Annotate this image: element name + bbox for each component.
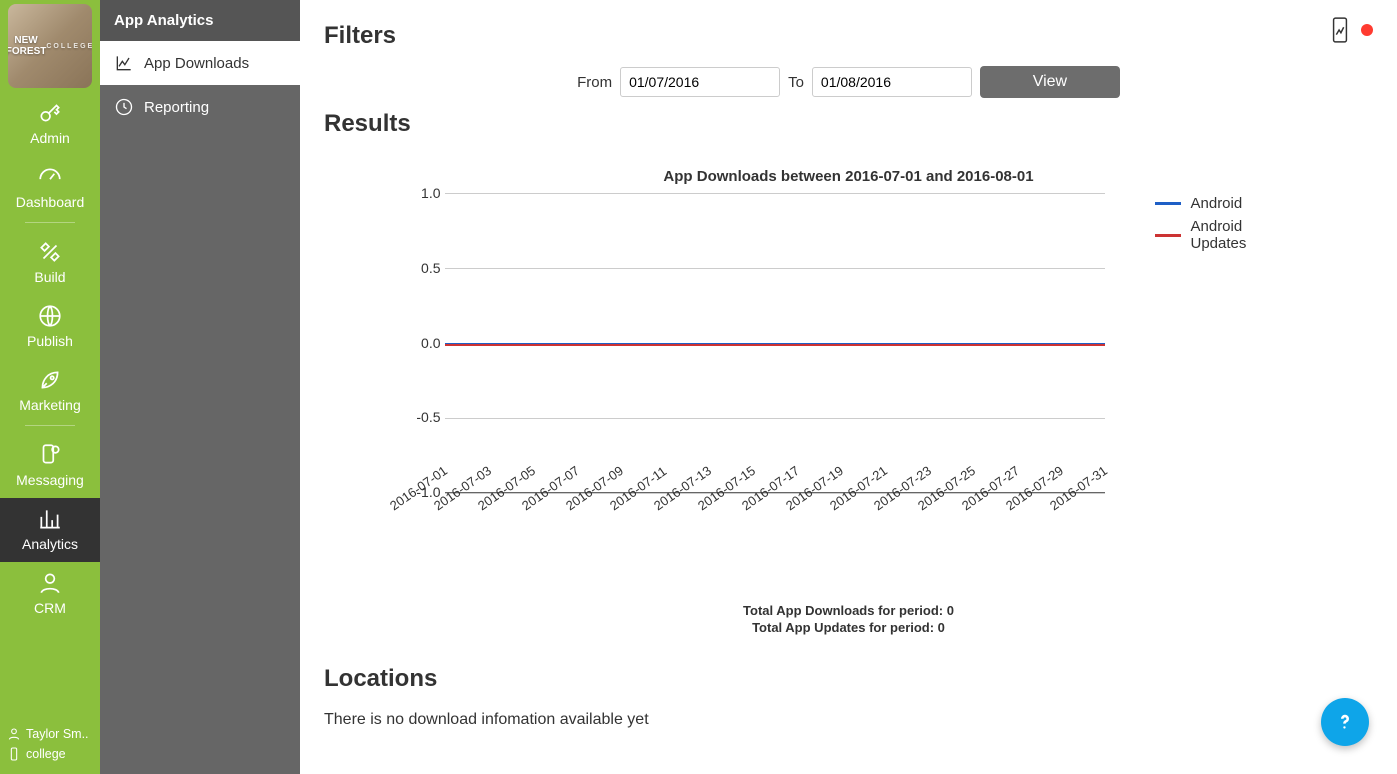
primary-nav: NEW FORESTCOLLEGE Admin Dashboard Build … bbox=[0, 0, 100, 774]
from-label: From bbox=[577, 74, 612, 91]
nav-label: Marketing bbox=[19, 397, 80, 413]
secondary-nav: App Analytics App Downloads Reporting bbox=[100, 0, 300, 774]
nav-label: Admin bbox=[30, 130, 70, 146]
clock-icon bbox=[114, 97, 134, 117]
chart-container: App Downloads between 2016-07-01 and 201… bbox=[399, 168, 1299, 635]
total-updates: Total App Updates for period: 0 bbox=[399, 620, 1299, 635]
legend-android: Android bbox=[1155, 195, 1271, 212]
results-heading: Results bbox=[324, 110, 1373, 138]
legend-label: Android bbox=[1191, 195, 1243, 212]
footer-channel[interactable]: college bbox=[6, 744, 94, 764]
chart-legend: Android Android Updates bbox=[1155, 195, 1271, 493]
legend-swatch bbox=[1155, 202, 1181, 205]
nav-label: Dashboard bbox=[16, 194, 85, 210]
nav-footer: Taylor Sm.. college bbox=[0, 720, 100, 774]
footer-user-label: Taylor Sm.. bbox=[26, 727, 89, 741]
gauge-icon bbox=[37, 164, 63, 190]
rocket-icon bbox=[37, 367, 63, 393]
nav-build[interactable]: Build bbox=[0, 231, 100, 295]
x-axis-labels: 2016-07-012016-07-032016-07-052016-07-07… bbox=[445, 493, 1105, 543]
nav-marketing[interactable]: Marketing bbox=[0, 359, 100, 423]
footer-channel-label: college bbox=[26, 747, 66, 761]
nav-divider bbox=[25, 222, 75, 223]
user-icon bbox=[6, 726, 22, 742]
to-date-input[interactable] bbox=[812, 67, 972, 97]
main-content: Filters From To View Results App Downloa… bbox=[300, 0, 1397, 774]
secondary-item-label: App Downloads bbox=[144, 55, 249, 72]
secondary-item-reporting[interactable]: Reporting bbox=[100, 85, 300, 129]
nav-divider bbox=[25, 425, 75, 426]
legend-swatch bbox=[1155, 234, 1181, 237]
chart-plot: 1.00.50.0-0.5-1.0 bbox=[445, 193, 1105, 493]
status-dot bbox=[1361, 24, 1373, 36]
phone-icon bbox=[6, 746, 22, 762]
help-fab[interactable] bbox=[1321, 698, 1369, 746]
phone-analytics-icon[interactable] bbox=[1329, 16, 1351, 44]
app-logo: NEW FORESTCOLLEGE bbox=[8, 4, 92, 88]
legend-android-updates: Android Updates bbox=[1155, 218, 1271, 252]
header-tools bbox=[1329, 16, 1373, 44]
nav-label: Publish bbox=[27, 333, 73, 349]
nav-analytics[interactable]: Analytics bbox=[0, 498, 100, 562]
footer-user[interactable]: Taylor Sm.. bbox=[6, 724, 94, 744]
tools-icon bbox=[37, 239, 63, 265]
chart-totals: Total App Downloads for period: 0 Total … bbox=[399, 603, 1299, 635]
analytics-icon bbox=[37, 506, 63, 532]
key-icon bbox=[37, 100, 63, 126]
chart: 1.00.50.0-0.5-1.0 Android Android Update… bbox=[399, 193, 1299, 493]
secondary-item-app-downloads[interactable]: App Downloads bbox=[100, 41, 300, 85]
secondary-item-label: Reporting bbox=[144, 99, 209, 116]
nav-admin[interactable]: Admin bbox=[0, 92, 100, 156]
y-axis-labels: 1.00.50.0-0.5-1.0 bbox=[401, 185, 441, 500]
nav-label: Messaging bbox=[16, 472, 84, 488]
to-label: To bbox=[788, 74, 804, 91]
nav-label: Build bbox=[34, 269, 65, 285]
nav-publish[interactable]: Publish bbox=[0, 295, 100, 359]
nav-label: Analytics bbox=[22, 536, 78, 552]
total-downloads: Total App Downloads for period: 0 bbox=[399, 603, 1299, 618]
locations-heading: Locations bbox=[324, 665, 1373, 693]
line-chart-icon bbox=[114, 53, 134, 73]
chart-title: App Downloads between 2016-07-01 and 201… bbox=[399, 168, 1299, 185]
filters-heading: Filters bbox=[324, 22, 1373, 50]
phone-chat-icon bbox=[37, 442, 63, 468]
locations-empty-text: There is no download infomation availabl… bbox=[324, 711, 1373, 729]
view-button[interactable]: View bbox=[980, 66, 1120, 98]
secondary-title: App Analytics bbox=[100, 0, 300, 41]
filter-row: From To View bbox=[324, 66, 1373, 98]
nav-crm[interactable]: CRM bbox=[0, 562, 100, 626]
legend-label: Android Updates bbox=[1191, 218, 1271, 252]
nav-label: CRM bbox=[34, 600, 66, 616]
globe-icon bbox=[37, 303, 63, 329]
nav-dashboard[interactable]: Dashboard bbox=[0, 156, 100, 220]
nav-messaging[interactable]: Messaging bbox=[0, 434, 100, 498]
from-date-input[interactable] bbox=[620, 67, 780, 97]
person-icon bbox=[37, 570, 63, 596]
